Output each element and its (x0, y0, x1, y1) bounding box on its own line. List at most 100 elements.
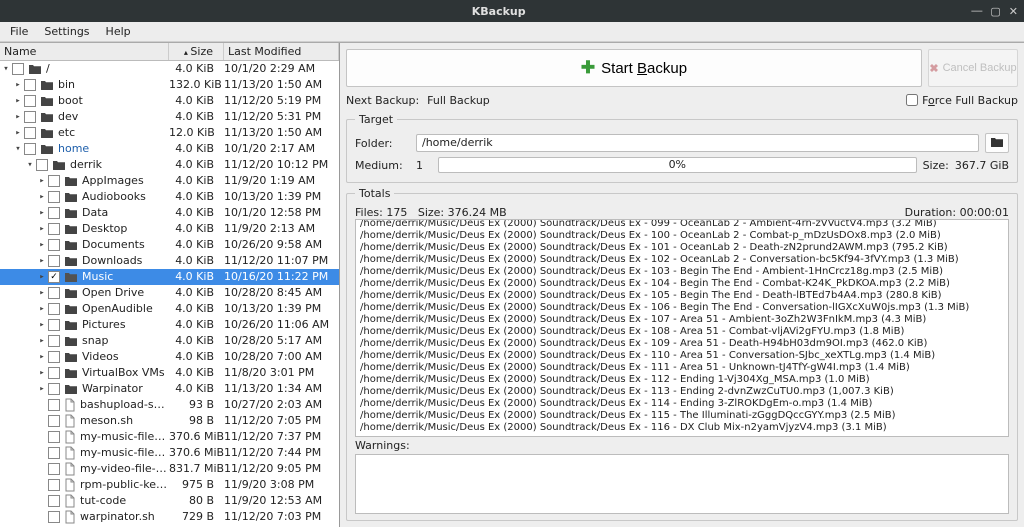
expander-icon[interactable]: ▾ (24, 157, 36, 173)
warnings-box[interactable] (355, 454, 1009, 514)
tree-row[interactable]: ▸OpenAudible4.0 KiB10/13/20 1:39 PM (0, 301, 339, 317)
log-line: /home/derrik/Music/Deus Ex (2000) Soundt… (360, 350, 1004, 362)
expander-icon[interactable]: ▸ (12, 93, 24, 109)
row-checkbox[interactable] (24, 127, 36, 139)
row-checkbox[interactable] (36, 159, 48, 171)
expander-icon[interactable]: ▸ (36, 333, 48, 349)
tree-row[interactable]: ▸Desktop4.0 KiB11/9/20 2:13 AM (0, 221, 339, 237)
row-checkbox[interactable] (48, 495, 60, 507)
row-checkbox[interactable] (48, 447, 60, 459)
expander-icon[interactable]: ▸ (36, 381, 48, 397)
row-checkbox[interactable] (48, 239, 60, 251)
row-checkbox[interactable] (48, 207, 60, 219)
row-checkbox[interactable] (48, 367, 60, 379)
tree-row[interactable]: ▾/4.0 KiB10/1/20 2:29 AM (0, 61, 339, 77)
browse-folder-button[interactable] (985, 133, 1009, 153)
tree-row[interactable]: warpinator.sh729 B11/12/20 7:03 PM (0, 509, 339, 525)
tree-row[interactable]: my-video-file-backup.tar.gz831.7 MiB11/1… (0, 461, 339, 477)
row-checkbox[interactable] (48, 223, 60, 235)
tree-row[interactable]: ▸✓Music4.0 KiB10/16/20 11:22 PM (0, 269, 339, 285)
expander-icon[interactable]: ▸ (36, 221, 48, 237)
tree-row[interactable]: ▸Documents4.0 KiB10/26/20 9:58 AM (0, 237, 339, 253)
row-checkbox[interactable] (24, 111, 36, 123)
row-checkbox[interactable] (48, 319, 60, 331)
row-date: 11/9/20 2:13 AM (224, 221, 339, 237)
tree-row[interactable]: ▸Data4.0 KiB10/1/20 12:58 PM (0, 205, 339, 221)
row-checkbox[interactable] (48, 431, 60, 443)
row-checkbox[interactable] (48, 399, 60, 411)
row-checkbox[interactable] (48, 191, 60, 203)
row-checkbox[interactable] (48, 383, 60, 395)
row-checkbox[interactable] (48, 335, 60, 347)
expander-icon[interactable]: ▸ (36, 301, 48, 317)
tree-row[interactable]: meson.sh98 B11/12/20 7:05 PM (0, 413, 339, 429)
expander-icon[interactable]: ▸ (36, 253, 48, 269)
tree-row[interactable]: ▸Warpinator4.0 KiB11/13/20 1:34 AM (0, 381, 339, 397)
expander-icon[interactable]: ▸ (36, 173, 48, 189)
tree-row[interactable]: bashupload-script.sh93 B10/27/20 2:03 AM (0, 397, 339, 413)
expander-icon[interactable]: ▸ (36, 269, 48, 285)
menu-file[interactable]: File (4, 23, 34, 40)
menu-help[interactable]: Help (100, 23, 137, 40)
col-name[interactable]: Name (0, 43, 169, 60)
expander-icon[interactable]: ▸ (12, 109, 24, 125)
expander-icon[interactable]: ▸ (12, 77, 24, 93)
force-full-checkbox-input[interactable] (906, 94, 918, 106)
log-box[interactable]: /home/derrik/Music/Deus Ex (2000) Soundt… (355, 219, 1009, 437)
expander-icon[interactable]: ▸ (36, 189, 48, 205)
row-checkbox[interactable] (24, 95, 36, 107)
row-checkbox[interactable] (48, 175, 60, 187)
col-date[interactable]: Last Modified (224, 43, 339, 60)
window-minimize[interactable]: — (971, 5, 982, 18)
row-checkbox[interactable] (24, 143, 36, 155)
tree-row[interactable]: ▾home4.0 KiB10/1/20 2:17 AM (0, 141, 339, 157)
row-checkbox[interactable]: ✓ (48, 271, 60, 283)
row-checkbox[interactable] (48, 511, 60, 523)
tree-body[interactable]: ▾/4.0 KiB10/1/20 2:29 AM▸bin132.0 KiB11/… (0, 61, 339, 527)
tree-row[interactable]: ▸VirtualBox VMs4.0 KiB11/8/20 3:01 PM (0, 365, 339, 381)
row-checkbox[interactable] (24, 79, 36, 91)
tree-row[interactable]: ▸dev4.0 KiB11/12/20 5:31 PM (0, 109, 339, 125)
expander-icon[interactable]: ▾ (0, 61, 12, 77)
totals-legend: Totals (355, 187, 394, 200)
tree-row[interactable]: ▸Open Drive4.0 KiB10/28/20 8:45 AM (0, 285, 339, 301)
tree-row[interactable]: ▸AppImages4.0 KiB11/9/20 1:19 AM (0, 173, 339, 189)
tree-row[interactable]: tut-code80 B11/9/20 12:53 AM (0, 493, 339, 509)
expander-icon[interactable]: ▸ (36, 205, 48, 221)
menu-settings[interactable]: Settings (38, 23, 95, 40)
tree-row[interactable]: ▾derrik4.0 KiB11/12/20 10:12 PM (0, 157, 339, 173)
row-checkbox[interactable] (48, 415, 60, 427)
tree-row[interactable]: ▸etc12.0 KiB11/13/20 1:50 AM (0, 125, 339, 141)
folder-input[interactable]: /home/derrik (416, 134, 979, 152)
col-size[interactable]: ▴ Size (169, 43, 224, 60)
tree-row[interactable]: rpm-public-key.asc975 B11/9/20 3:08 PM (0, 477, 339, 493)
expander-icon[interactable]: ▸ (12, 125, 24, 141)
tree-row[interactable]: my-music-file-backup.tar.gz.gpg370.6 MiB… (0, 445, 339, 461)
expander-icon[interactable]: ▸ (36, 349, 48, 365)
tree-row[interactable]: ▸Videos4.0 KiB10/28/20 7:00 AM (0, 349, 339, 365)
row-checkbox[interactable] (48, 303, 60, 315)
tree-row[interactable]: my-music-file-backup.tar.gz370.6 MiB11/1… (0, 429, 339, 445)
expander-icon[interactable]: ▾ (12, 141, 24, 157)
expander-icon[interactable]: ▸ (36, 365, 48, 381)
row-checkbox[interactable] (48, 351, 60, 363)
row-checkbox[interactable] (48, 255, 60, 267)
window-close[interactable]: ✕ (1009, 5, 1018, 18)
tree-row[interactable]: ▸Pictures4.0 KiB10/26/20 11:06 AM (0, 317, 339, 333)
tree-row[interactable]: ▸bin132.0 KiB11/13/20 1:50 AM (0, 77, 339, 93)
tree-row[interactable]: ▸Audiobooks4.0 KiB10/13/20 1:39 PM (0, 189, 339, 205)
start-backup-button[interactable]: ✚ Start Backup (346, 49, 922, 87)
row-checkbox[interactable] (48, 463, 60, 475)
window-maximize[interactable]: ▢ (990, 5, 1000, 18)
row-checkbox[interactable] (48, 287, 60, 299)
expander-icon[interactable]: ▸ (36, 237, 48, 253)
row-checkbox[interactable] (48, 479, 60, 491)
file-icon (64, 430, 76, 444)
row-checkbox[interactable] (12, 63, 24, 75)
tree-row[interactable]: ▸boot4.0 KiB11/12/20 5:19 PM (0, 93, 339, 109)
expander-icon[interactable]: ▸ (36, 317, 48, 333)
tree-row[interactable]: ▸snap4.0 KiB10/28/20 5:17 AM (0, 333, 339, 349)
tree-row[interactable]: ▸Downloads4.0 KiB11/12/20 11:07 PM (0, 253, 339, 269)
force-full-backup-checkbox[interactable]: Force Full Backup (906, 94, 1018, 107)
expander-icon[interactable]: ▸ (36, 285, 48, 301)
